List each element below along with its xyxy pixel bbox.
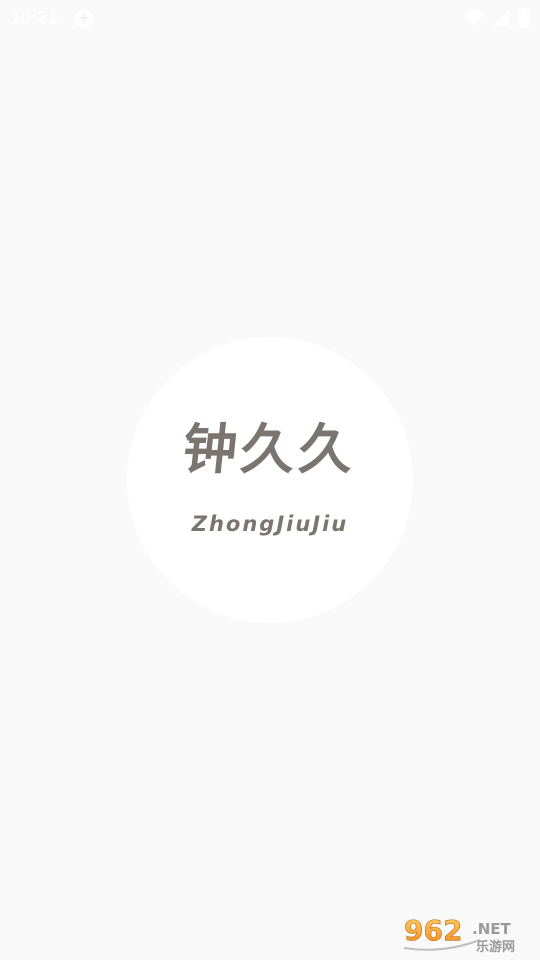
status-bar-left: 10:21 xyxy=(10,7,95,29)
wifi-icon xyxy=(464,9,484,27)
app-logo: 钟久久 ZhongJiuJiu xyxy=(127,337,413,623)
app-name-chinese: 钟久久 xyxy=(179,418,361,481)
status-bar-right xyxy=(464,8,530,28)
svg-text:.NET: .NET xyxy=(472,920,511,938)
app-name-english: ZhongJiuJiu xyxy=(191,512,349,536)
notification-icon xyxy=(73,7,95,29)
site-watermark-logo: 962 .NET 乐游网 xyxy=(402,910,534,955)
splash-screen: 10:21 钟久久 ZhongJiuJiu 962 .NET 乐游网 xyxy=(0,0,540,960)
svg-text:乐游网: 乐游网 xyxy=(476,939,515,954)
svg-text:962: 962 xyxy=(404,914,462,947)
battery-icon xyxy=(518,8,530,28)
signal-icon xyxy=(492,9,510,27)
status-time: 10:21 xyxy=(10,7,59,28)
status-bar: 10:21 xyxy=(0,0,540,36)
